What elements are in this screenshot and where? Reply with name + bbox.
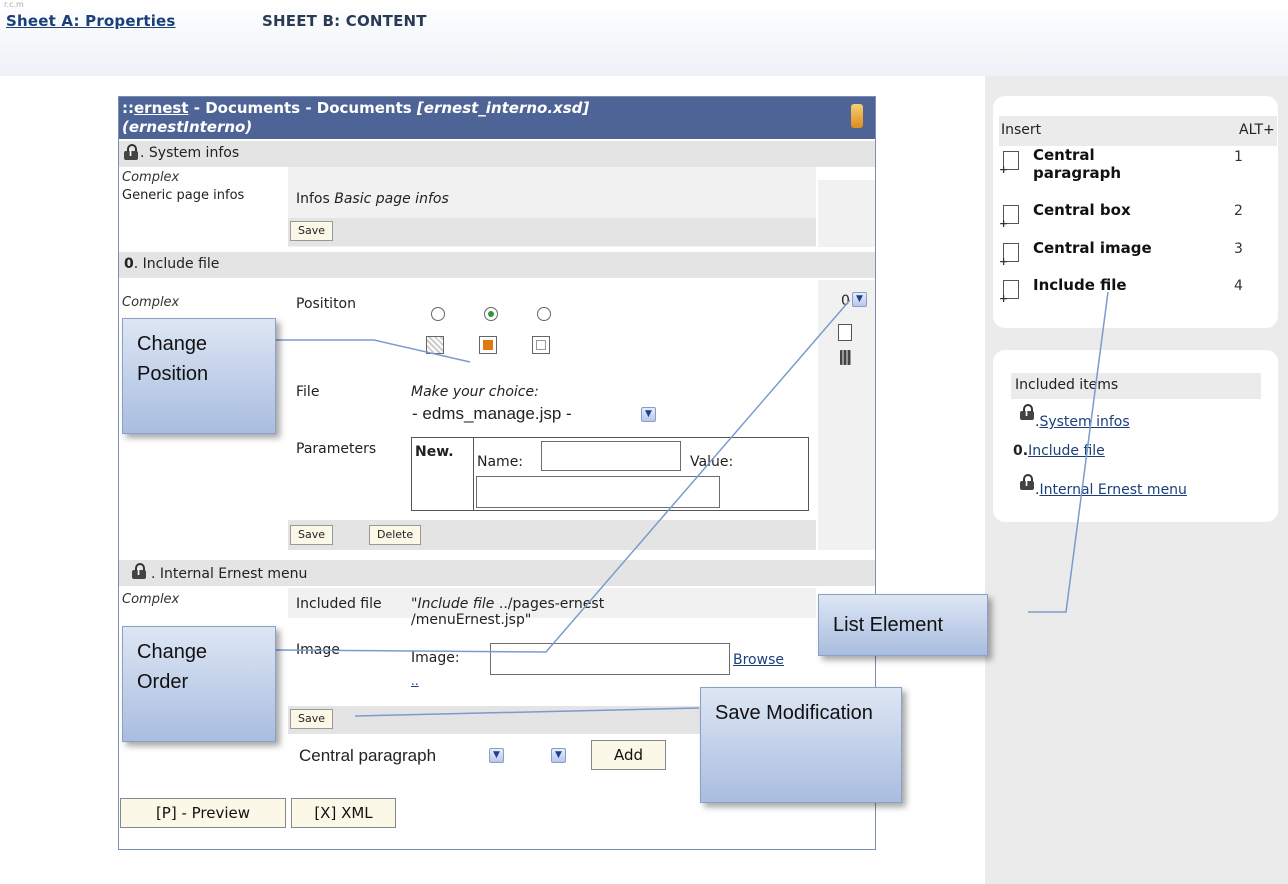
callout-change-order: Change Order — [122, 626, 276, 742]
connector-change-order — [275, 299, 851, 653]
callout-connectors — [275, 291, 1109, 717]
callout-save-modification: Save Modification — [700, 687, 902, 803]
callout-change-position: Change Position — [122, 318, 276, 434]
callout-list-element: List Element — [818, 594, 988, 656]
connector-change-position — [276, 339, 471, 363]
connector-list-element — [1028, 291, 1109, 613]
connector-save-modification — [354, 707, 700, 717]
